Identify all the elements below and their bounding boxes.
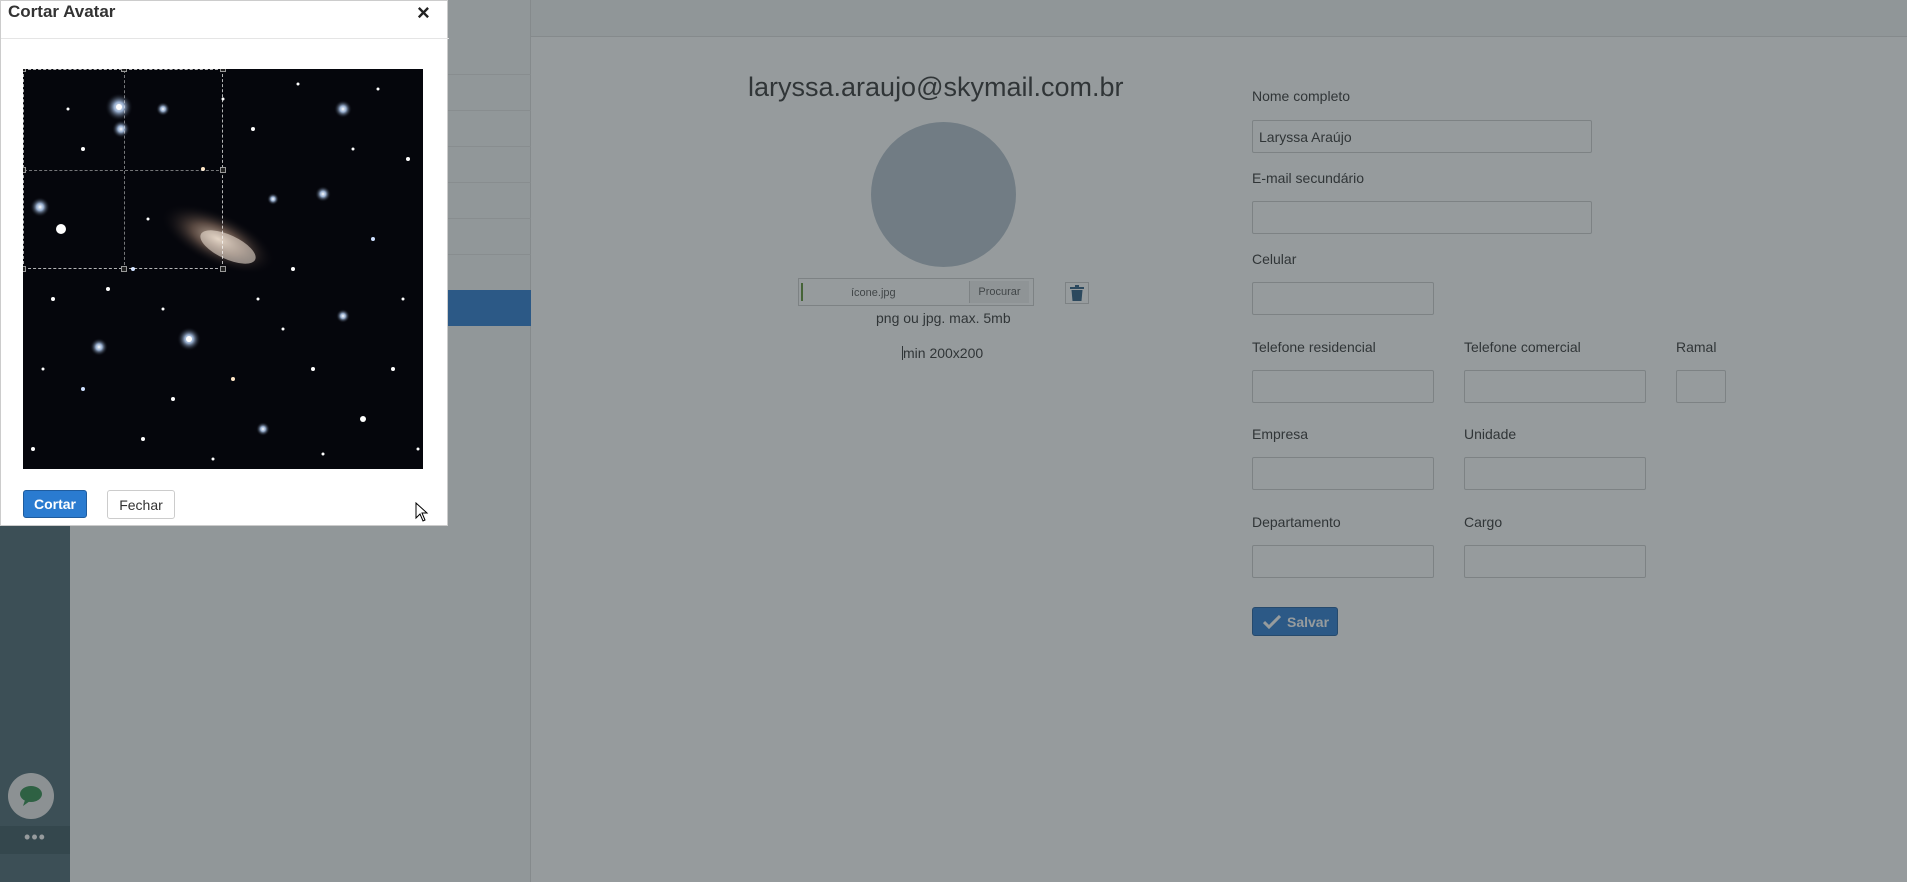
crop-handle[interactable] bbox=[220, 266, 226, 272]
modal-title: Cortar Avatar bbox=[8, 2, 116, 21]
crop-handle[interactable] bbox=[220, 69, 226, 72]
crop-handle[interactable] bbox=[23, 69, 26, 72]
modal-header: Cortar Avatar × bbox=[1, 0, 449, 39]
crop-handle[interactable] bbox=[121, 69, 127, 72]
crop-image-area[interactable] bbox=[23, 69, 423, 469]
crop-button[interactable]: Cortar bbox=[23, 490, 87, 518]
crop-guide-horizontal bbox=[24, 170, 224, 171]
close-button[interactable]: Fechar bbox=[107, 490, 175, 519]
crop-handle[interactable] bbox=[23, 266, 26, 272]
crop-handle[interactable] bbox=[23, 167, 26, 173]
crop-avatar-modal: Cortar Avatar × Cortar Fechar bbox=[0, 0, 449, 526]
crop-handle[interactable] bbox=[121, 266, 127, 272]
crop-selection[interactable] bbox=[23, 69, 226, 272]
crop-handle[interactable] bbox=[220, 167, 226, 173]
mouse-cursor-icon bbox=[415, 502, 429, 522]
close-icon[interactable]: × bbox=[417, 0, 430, 26]
